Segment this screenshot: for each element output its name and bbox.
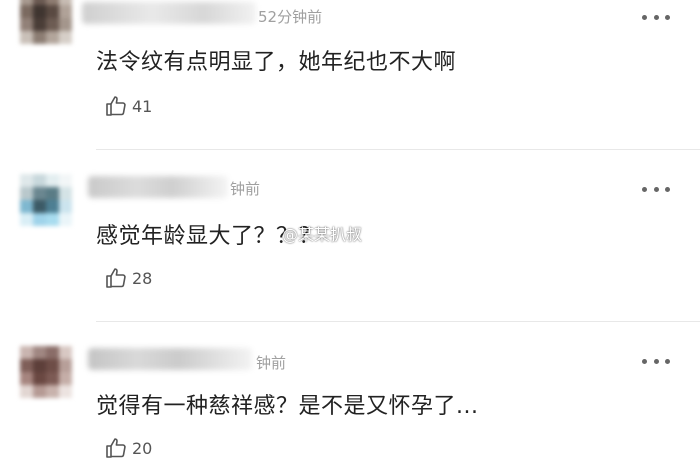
avatar-mosaic-tile [33,187,46,200]
comment-time: 钟前 [230,180,261,198]
comment-text: 觉得有一种慈祥感？是不是又怀孕了... [96,394,479,419]
thumbs-up-icon [106,96,126,116]
avatar-mosaic-tile [46,346,59,359]
like-count: 28 [132,268,153,288]
watermark: @某某扒叔 [282,225,363,244]
avatar-mosaic-tile [46,372,59,385]
avatar-mosaic-tile [20,5,33,18]
like-count: 20 [132,438,153,458]
avatar-mosaic-tile [20,174,33,187]
username-blurred[interactable] [88,348,252,370]
username-blurred[interactable] [88,176,228,198]
avatar[interactable] [20,174,72,226]
comment-item: 52分钟前 法令纹有点明显了，她年纪也不大啊 41 [0,0,700,150]
avatar-mosaic-tile [20,372,33,385]
avatar-mosaic-tile [59,18,72,31]
avatar-mosaic-tile [20,31,33,44]
avatar-mosaic-tile [20,359,33,372]
avatar-mosaic-tile [33,213,46,226]
avatar-mosaic-tile [33,5,46,18]
comment-text: 法令纹有点明显了，她年纪也不大啊 [96,50,457,75]
comment-time: 52分钟前 [258,8,323,26]
avatar-mosaic-tile [20,385,33,398]
avatar-mosaic-tile [59,31,72,44]
thumbs-up-icon [106,268,126,288]
avatar-mosaic-tile [46,359,59,372]
avatar-mosaic-tile [59,187,72,200]
avatar-mosaic-tile [59,346,72,359]
avatar-mosaic-tile [33,385,46,398]
avatar-mosaic-tile [46,174,59,187]
more-options-icon[interactable] [642,186,670,192]
avatar-mosaic-tile [20,213,33,226]
like-count: 41 [132,96,153,116]
avatar-mosaic-tile [59,174,72,187]
avatar-mosaic-tile [33,372,46,385]
avatar-mosaic-tile [33,31,46,44]
avatar-mosaic-tile [46,213,59,226]
avatar-mosaic-tile [20,187,33,200]
avatar-mosaic-tile [46,200,59,213]
like-button[interactable]: 28 [104,266,152,290]
avatar-mosaic-tile [20,200,33,213]
avatar-mosaic-tile [46,385,59,398]
avatar-mosaic-tile [33,174,46,187]
avatar-mosaic-tile [46,31,59,44]
avatar-mosaic-tile [20,18,33,31]
thumbs-up-icon [106,438,126,458]
avatar-mosaic-tile [33,346,46,359]
more-options-icon[interactable] [642,14,670,20]
avatar-mosaic-tile [46,18,59,31]
like-button[interactable]: 41 [104,94,152,118]
username-blurred[interactable] [82,2,256,24]
avatar-mosaic-tile [59,5,72,18]
avatar-mosaic-tile [20,346,33,359]
avatar-mosaic-tile [46,187,59,200]
avatar[interactable] [20,346,72,398]
avatar-mosaic-tile [59,385,72,398]
comment-item: 钟前 觉得有一种慈祥感？是不是又怀孕了... 20 [0,322,700,461]
comment-time: 钟前 [256,354,287,372]
avatar-mosaic-tile [33,18,46,31]
avatar-mosaic-tile [59,213,72,226]
avatar-mosaic-tile [33,200,46,213]
more-options-icon[interactable] [642,358,670,364]
avatar-mosaic-tile [59,372,72,385]
avatar-mosaic-tile [59,200,72,213]
avatar-mosaic-tile [59,359,72,372]
avatar-mosaic-tile [33,359,46,372]
like-button[interactable]: 20 [104,436,152,460]
avatar[interactable] [20,0,72,44]
avatar-mosaic-tile [46,5,59,18]
